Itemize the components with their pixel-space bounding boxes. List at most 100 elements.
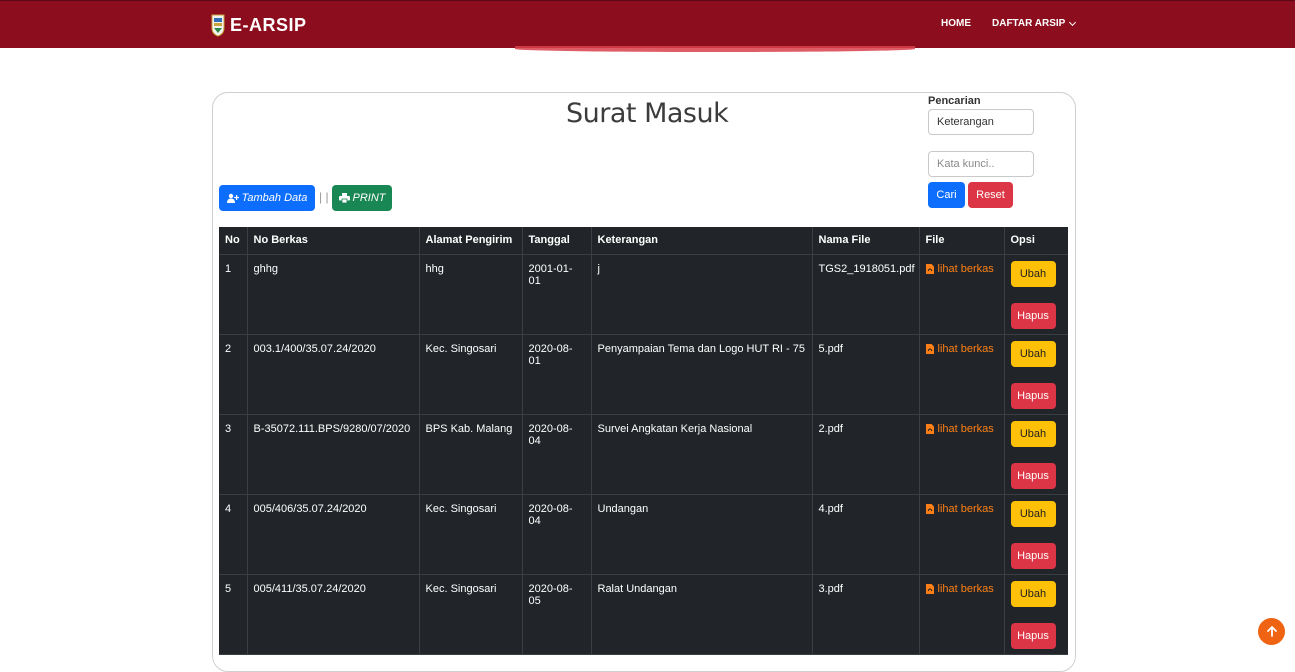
view-file-link[interactable]: lihat berkas [925,582,998,595]
cell-no-berkas: ghhg [247,254,420,335]
cell-tanggal: 2020-08-05 [522,574,592,655]
view-file-link[interactable]: lihat berkas [925,263,998,275]
cell-tanggal: 2020-08-04 [522,494,592,575]
cell-opsi: Ubah Hapus [1004,574,1068,655]
delete-button[interactable]: Hapus [1010,302,1056,329]
cell-nama-file: 3.pdf [812,574,920,655]
chevron-down-icon [1069,18,1077,26]
cell-opsi: Ubah Hapus [1004,334,1068,415]
view-file-link[interactable]: lihat berkas [925,502,998,515]
view-file-label: lihat berkas [937,422,994,435]
user-plus-icon [226,193,239,203]
table-header-row: No No Berkas Alamat Pengirim Tanggal Ket… [219,227,1068,255]
table-row: 2 003.1/400/35.07.24/2020 Kec. Singosari… [219,334,1068,415]
reset-button[interactable]: Reset [968,182,1013,208]
col-header: Tanggal [522,227,592,255]
cell-tanggal: 2020-08-04 [522,414,592,495]
nav-home[interactable]: HOME [941,18,971,29]
print-button[interactable]: PRINT [332,185,392,211]
table-row: 3 B-35072.111.BPS/9280/07/2020 BPS Kab. … [219,414,1068,495]
view-file-link[interactable]: lihat berkas [925,342,998,355]
search-button-label: Cari [936,189,957,201]
cell-nama-file: 4.pdf [812,494,920,575]
pdf-file-icon [925,343,934,354]
edit-button[interactable]: Ubah [1010,260,1056,287]
edit-button[interactable]: Ubah [1010,340,1056,367]
nav-daftar-arsip[interactable]: DAFTAR ARSIP [992,18,1077,29]
cell-no-berkas: 005/406/35.07.24/2020 [247,494,420,575]
view-file-label: lihat berkas [937,342,994,355]
col-header: File [919,227,1005,255]
scroll-to-top-button[interactable] [1258,618,1285,645]
cell-file: lihat berkas [919,494,1005,575]
table-row: 4 005/406/35.07.24/2020 Kec. Singosari 2… [219,494,1068,575]
cell-keterangan: Ralat Undangan [591,574,813,655]
brand[interactable]: E-ARSIP [211,12,307,38]
printer-icon [338,193,350,203]
cell-opsi: Ubah Hapus [1004,254,1068,335]
col-header: Nama File [812,227,920,255]
edit-button[interactable]: Ubah [1010,580,1056,607]
pdf-file-icon [925,263,934,274]
cell-alamat: BPS Kab. Malang [419,414,523,495]
add-data-label: Tambah Data [241,192,308,204]
delete-button[interactable]: Hapus [1010,382,1056,409]
cell-keterangan: j [591,254,813,335]
cell-opsi: Ubah Hapus [1004,414,1068,495]
col-header: Alamat Pengirim [419,227,523,255]
cell-no: 1 [219,254,248,335]
delete-button[interactable]: Hapus [1010,542,1056,569]
table-row: 5 005/411/35.07.24/2020 Kec. Singosari 2… [219,574,1068,655]
cell-nama-file: 5.pdf [812,334,920,415]
col-header: Opsi [1004,227,1068,255]
pdf-file-icon [925,423,934,434]
cell-nama-file: 2.pdf [812,414,920,495]
print-label: PRINT [352,192,386,204]
cell-no: 2 [219,334,248,415]
cell-alamat: Kec. Singosari [419,574,523,655]
surat-masuk-table: No No Berkas Alamat Pengirim Tanggal Ket… [219,227,1068,655]
edit-button[interactable]: Ubah [1010,500,1056,527]
table-row: 1 ghhg hhg 2001-01-01 j TGS2_1918051.pdf… [219,254,1068,335]
pdf-file-icon [925,503,934,514]
delete-button[interactable]: Hapus [1010,462,1056,489]
top-navbar: E-ARSIP HOME DAFTAR ARSIP [0,0,1295,48]
brand-name: E-ARSIP [230,14,307,35]
nav-daftar-label: DAFTAR ARSIP [992,18,1066,29]
cell-opsi: Ubah Hapus [1004,494,1068,575]
cell-tanggal: 2020-08-01 [522,334,592,415]
col-header: Keterangan [591,227,813,255]
cell-nama-file: TGS2_1918051.pdf [812,254,920,335]
view-file-label: lihat berkas [937,582,994,595]
delete-button[interactable]: Hapus [1010,622,1056,649]
pdf-file-icon [925,583,934,594]
page-title: Surat Masuk [566,98,729,129]
cell-file: lihat berkas [919,334,1005,415]
cell-no: 3 [219,414,248,495]
col-header: No [219,227,248,255]
search-keyword-input[interactable]: Kata kunci.. [928,151,1034,177]
cell-no: 5 [219,574,248,655]
edit-button[interactable]: Ubah [1010,420,1056,447]
cell-tanggal: 2001-01-01 [522,254,592,335]
cell-file: lihat berkas [919,574,1005,655]
cell-no-berkas: 005/411/35.07.24/2020 [247,574,420,655]
search-label: Pencarian [928,95,981,107]
view-file-label: lihat berkas [937,502,994,515]
cell-alamat: Kec. Singosari [419,494,523,575]
cell-file: lihat berkas [919,414,1005,495]
add-data-button[interactable]: Tambah Data [219,185,315,211]
crest-logo-icon [211,14,225,37]
cell-file: lihat berkas [919,254,1005,335]
toolbar-separator: | | [319,190,329,204]
cell-alamat: Kec. Singosari [419,334,523,415]
search-field-select[interactable]: Keterangan [928,109,1034,135]
col-header: No Berkas [247,227,420,255]
cell-keterangan: Penyampaian Tema dan Logo HUT RI - 75 [591,334,813,415]
cell-no: 4 [219,494,248,575]
nav-home-label: HOME [941,18,971,29]
view-file-link[interactable]: lihat berkas [925,422,998,435]
search-button[interactable]: Cari [928,182,965,208]
header-accent [515,46,915,52]
arrow-up-icon [1266,626,1277,637]
